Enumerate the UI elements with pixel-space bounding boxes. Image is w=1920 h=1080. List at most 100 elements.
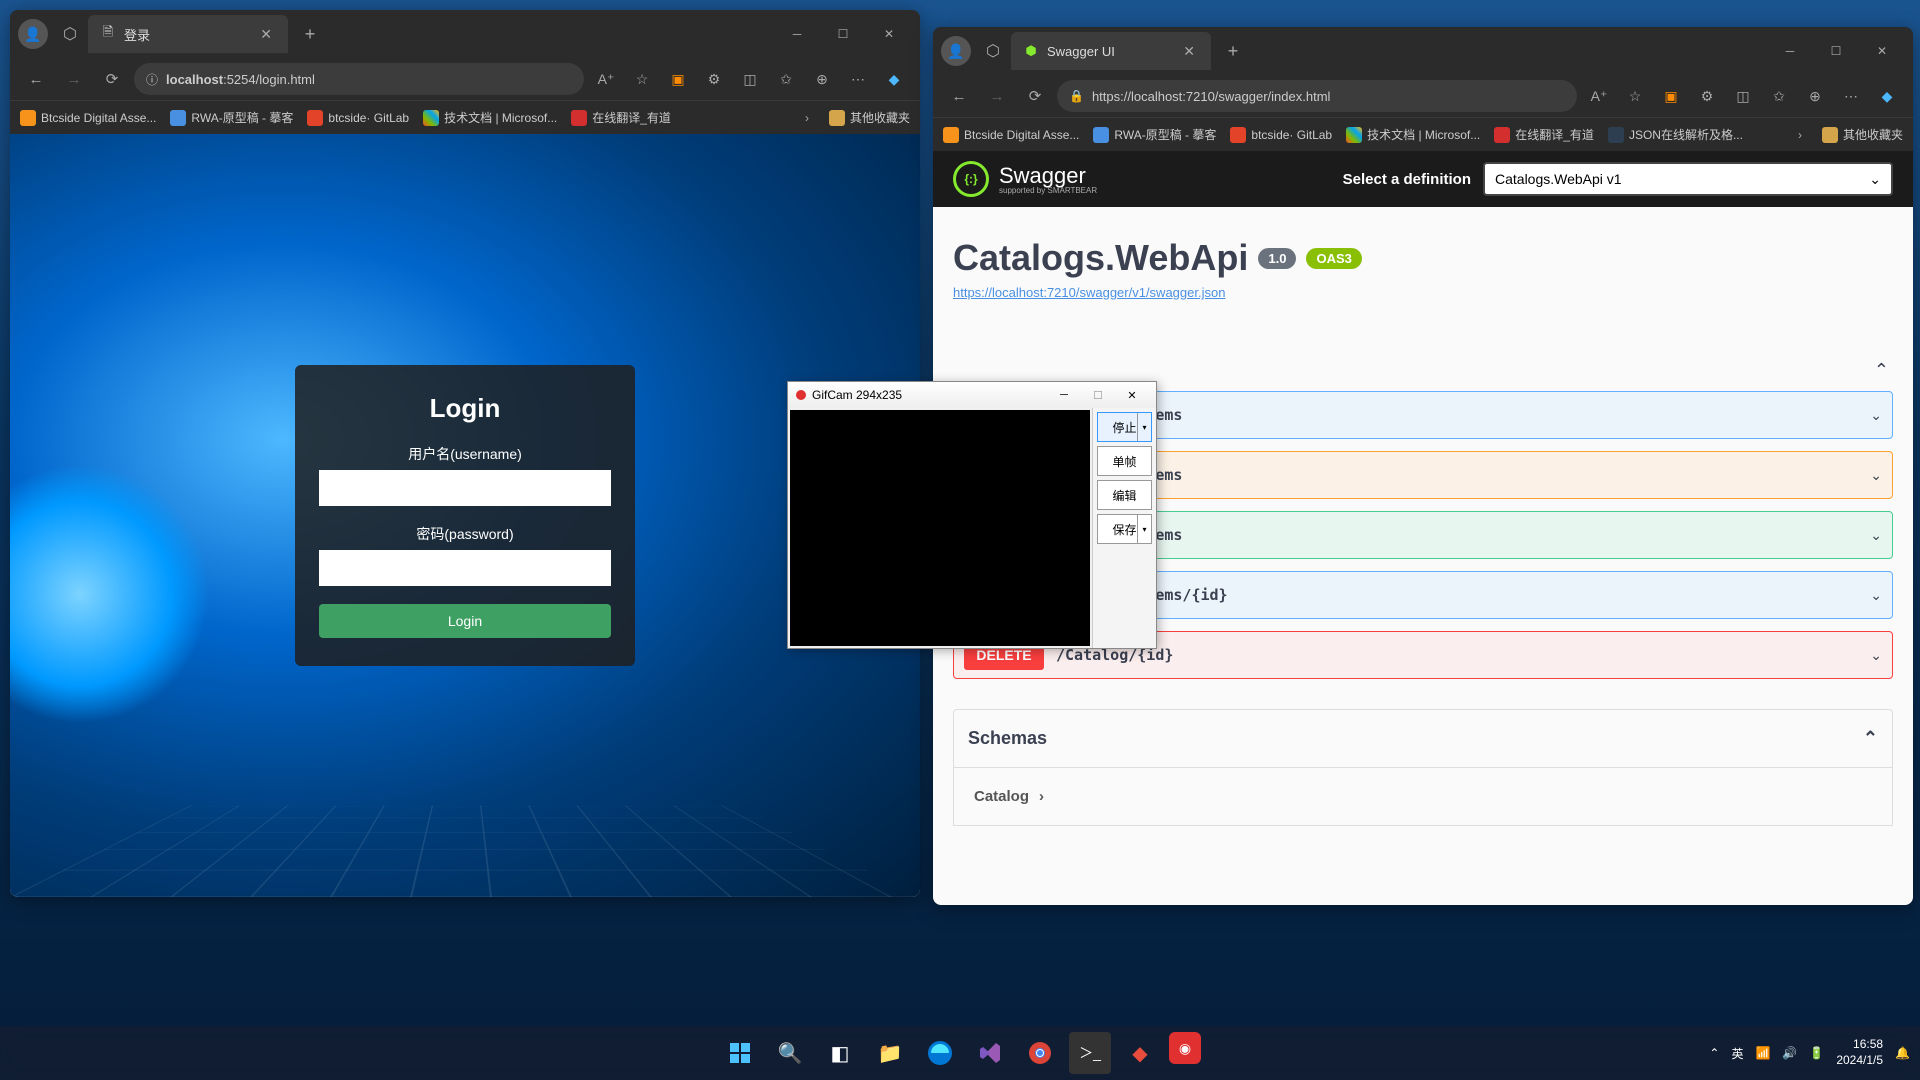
volume-icon[interactable]: 🔊 bbox=[1782, 1046, 1797, 1060]
back-button[interactable]: ← bbox=[943, 80, 975, 112]
favorites-icon[interactable]: ✩ bbox=[770, 63, 802, 95]
profile-icon[interactable]: 👤 bbox=[18, 19, 48, 49]
collections-icon[interactable]: ⊕ bbox=[1799, 80, 1831, 112]
bookmark-icon bbox=[307, 110, 323, 126]
save-button[interactable]: 保存▾ bbox=[1097, 514, 1152, 544]
close-tab-icon[interactable]: ✕ bbox=[256, 26, 276, 43]
frame-button[interactable]: 单帧 bbox=[1097, 446, 1152, 476]
terminal-icon[interactable]: ＞_ bbox=[1069, 1032, 1111, 1074]
bookmark-item[interactable]: 在线翻译_有道 bbox=[1494, 126, 1594, 143]
search-icon[interactable]: 🔍 bbox=[769, 1032, 811, 1074]
wifi-icon[interactable]: 📶 bbox=[1755, 1046, 1770, 1060]
url-input[interactable]: ⓘ localhost:5254/login.html bbox=[134, 63, 584, 95]
refresh-button[interactable]: ⟳ bbox=[96, 63, 128, 95]
split-icon[interactable]: ◫ bbox=[1727, 80, 1759, 112]
chrome-icon[interactable] bbox=[1019, 1032, 1061, 1074]
close-tab-icon[interactable]: ✕ bbox=[1179, 43, 1199, 60]
clock[interactable]: 16:58 2024/1/5 bbox=[1836, 1037, 1883, 1068]
bookmark-overflow-icon[interactable]: › bbox=[805, 111, 809, 125]
reading-mode-icon[interactable]: A⁺ bbox=[1583, 80, 1615, 112]
ext-icon-1[interactable]: ▣ bbox=[1655, 80, 1687, 112]
app-icon[interactable]: ◆ bbox=[1119, 1032, 1161, 1074]
edge-icon[interactable] bbox=[919, 1032, 961, 1074]
bookmark-item[interactable]: 技术文档 | Microsof... bbox=[1346, 126, 1480, 143]
new-tab-button[interactable]: + bbox=[294, 18, 326, 50]
visualstudio-icon[interactable] bbox=[969, 1032, 1011, 1074]
bookmarks-bar: Btcside Digital Asse... RWA-原型稿 - 摹客 btc… bbox=[933, 117, 1913, 151]
swagger-subbrand: supported by SMARTBEAR bbox=[999, 186, 1097, 195]
favorites-icon[interactable]: ✩ bbox=[1763, 80, 1795, 112]
bookmark-item[interactable]: btcside· GitLab bbox=[1230, 127, 1332, 143]
more-icon[interactable]: ⋯ bbox=[1835, 80, 1867, 112]
login-button[interactable]: Login bbox=[319, 604, 611, 638]
lock-icon: 🔒 bbox=[1069, 89, 1084, 103]
definition-select[interactable]: Catalogs.WebApi v1 ⌄ bbox=[1483, 162, 1893, 196]
workspace-icon[interactable]: ⬡ bbox=[56, 20, 84, 48]
url-input[interactable]: 🔒 https://localhost:7210/swagger/index.h… bbox=[1057, 80, 1577, 112]
explorer-icon[interactable]: 📁 bbox=[869, 1032, 911, 1074]
schemas-header[interactable]: Schemas ⌃ bbox=[953, 709, 1893, 768]
bookmark-item[interactable]: 技术文档 | Microsof... bbox=[423, 109, 557, 126]
extensions-icon[interactable]: ⚙ bbox=[698, 63, 730, 95]
maximize-button[interactable]: ☐ bbox=[820, 15, 866, 53]
bookmark-overflow-icon[interactable]: › bbox=[1798, 128, 1802, 142]
minimize-button[interactable]: ─ bbox=[1767, 32, 1813, 70]
bookmark-item[interactable]: 在线翻译_有道 bbox=[571, 109, 671, 126]
refresh-button[interactable]: ⟳ bbox=[1019, 80, 1051, 112]
gifcam-window: GifCam 294x235 ─ ☐ ✕ 停止▾ 单帧 编辑 保存▾ bbox=[787, 381, 1157, 649]
maximize-button[interactable]: ☐ bbox=[1082, 385, 1114, 405]
tab-login[interactable]: 🗎 登录 ✕ bbox=[88, 15, 288, 53]
password-input[interactable] bbox=[319, 550, 611, 586]
taskview-icon[interactable]: ◧ bbox=[819, 1032, 861, 1074]
forward-button[interactable]: → bbox=[58, 63, 90, 95]
extensions-icon[interactable]: ⚙ bbox=[1691, 80, 1723, 112]
login-background: Login 用户名(username) 密码(password) Login bbox=[10, 134, 920, 897]
notifications-icon[interactable]: 🔔 bbox=[1895, 1046, 1910, 1060]
recorder-icon[interactable]: ◉ bbox=[1169, 1032, 1201, 1064]
close-button[interactable]: ✕ bbox=[1116, 385, 1148, 405]
reading-mode-icon[interactable]: A⁺ bbox=[590, 63, 622, 95]
workspace-icon[interactable]: ⬡ bbox=[979, 37, 1007, 65]
dropdown-icon[interactable]: ▾ bbox=[1137, 515, 1151, 543]
more-icon[interactable]: ⋯ bbox=[842, 63, 874, 95]
ext-icon-1[interactable]: ▣ bbox=[662, 63, 694, 95]
close-button[interactable]: ✕ bbox=[1859, 32, 1905, 70]
bookmark-item[interactable]: JSON在线解析及格... bbox=[1608, 126, 1743, 143]
other-favorites[interactable]: 其他收藏夹 bbox=[829, 109, 910, 126]
login-title: Login bbox=[319, 393, 611, 424]
gifcam-titlebar[interactable]: GifCam 294x235 ─ ☐ ✕ bbox=[788, 382, 1156, 408]
other-favorites[interactable]: 其他收藏夹 bbox=[1822, 126, 1903, 143]
minimize-button[interactable]: ─ bbox=[1048, 385, 1080, 405]
chevron-down-icon: ⌄ bbox=[1870, 647, 1882, 664]
favorite-icon[interactable]: ☆ bbox=[1619, 80, 1651, 112]
battery-icon[interactable]: 🔋 bbox=[1809, 1046, 1824, 1060]
bookmark-item[interactable]: RWA-原型稿 - 摹客 bbox=[170, 109, 293, 126]
new-tab-button[interactable]: + bbox=[1217, 35, 1249, 67]
bookmark-item[interactable]: Btcside Digital Asse... bbox=[20, 110, 156, 126]
system-tray: ⌃ 英 📶 🔊 🔋 16:58 2024/1/5 🔔 bbox=[1709, 1037, 1910, 1068]
back-button[interactable]: ← bbox=[20, 63, 52, 95]
split-icon[interactable]: ◫ bbox=[734, 63, 766, 95]
bookmark-item[interactable]: RWA-原型稿 - 摹客 bbox=[1093, 126, 1216, 143]
model-row[interactable]: Catalog › bbox=[974, 788, 1872, 805]
profile-icon[interactable]: 👤 bbox=[941, 36, 971, 66]
close-button[interactable]: ✕ bbox=[866, 15, 912, 53]
tab-swagger[interactable]: ⬢ Swagger UI ✕ bbox=[1011, 32, 1211, 70]
copilot-icon[interactable]: ◆ bbox=[878, 63, 910, 95]
swagger-json-link[interactable]: https://localhost:7210/swagger/v1/swagge… bbox=[953, 285, 1893, 300]
copilot-icon[interactable]: ◆ bbox=[1871, 80, 1903, 112]
ime-indicator[interactable]: 英 bbox=[1731, 1045, 1743, 1062]
maximize-button[interactable]: ☐ bbox=[1813, 32, 1859, 70]
dropdown-icon[interactable]: ▾ bbox=[1137, 413, 1151, 441]
forward-button[interactable]: → bbox=[981, 80, 1013, 112]
tray-overflow-icon[interactable]: ⌃ bbox=[1709, 1046, 1719, 1060]
favorite-icon[interactable]: ☆ bbox=[626, 63, 658, 95]
collections-icon[interactable]: ⊕ bbox=[806, 63, 838, 95]
stop-button[interactable]: 停止▾ bbox=[1097, 412, 1152, 442]
minimize-button[interactable]: ─ bbox=[774, 15, 820, 53]
edit-button[interactable]: 编辑 bbox=[1097, 480, 1152, 510]
bookmark-item[interactable]: Btcside Digital Asse... bbox=[943, 127, 1079, 143]
bookmark-item[interactable]: btcside· GitLab bbox=[307, 110, 409, 126]
username-input[interactable] bbox=[319, 470, 611, 506]
start-button[interactable] bbox=[719, 1032, 761, 1074]
